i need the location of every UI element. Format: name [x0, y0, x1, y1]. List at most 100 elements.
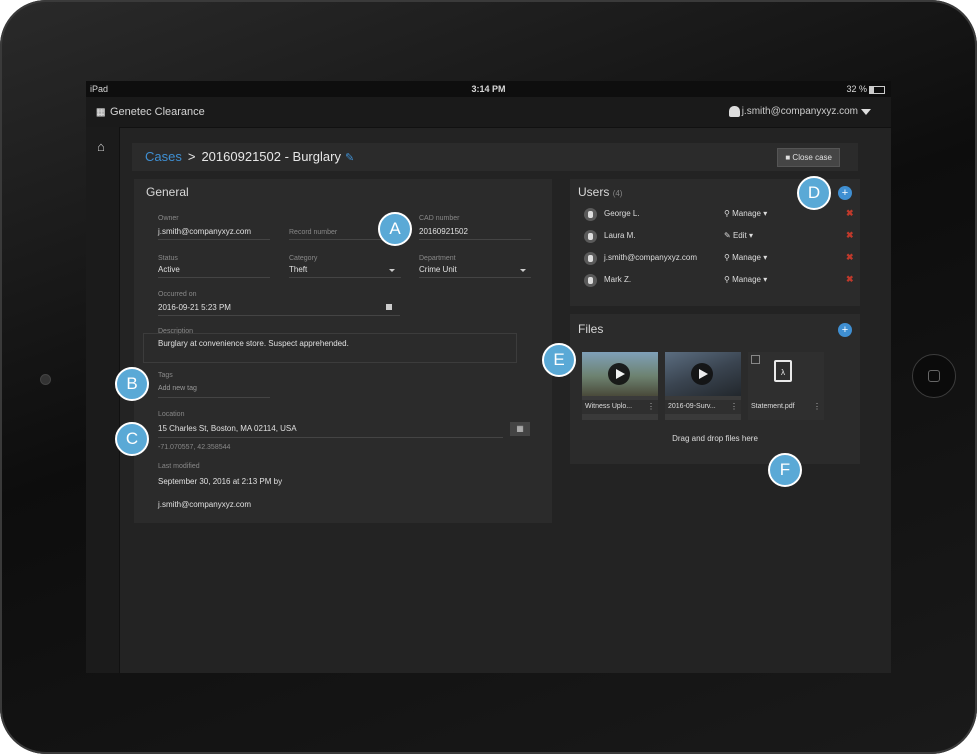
remove-user-icon[interactable]: ✖: [846, 252, 854, 263]
owner-label: Owner: [158, 215, 179, 222]
user-role-select[interactable]: ⚲ Manage ▾: [724, 253, 767, 262]
status-bar: iPad 3:14 PM 32 %: [86, 81, 891, 97]
category-dropdown-icon[interactable]: [389, 269, 395, 272]
close-case-label: Close case: [792, 153, 832, 162]
more-options-icon[interactable]: ⋮: [730, 400, 738, 414]
user-role-label: Manage: [732, 209, 762, 218]
user-row: Mark Z. ⚲ Manage ▾ ✖: [584, 272, 856, 288]
file-drop-zone[interactable]: Drag and drop files here: [570, 434, 860, 443]
file-select-checkbox[interactable]: [751, 355, 760, 364]
more-options-icon[interactable]: ⋮: [813, 400, 821, 414]
user-avatar-icon: [584, 252, 597, 265]
case-title: 20160921502 - Burglary: [201, 149, 341, 164]
status-label: Status: [158, 255, 178, 262]
remove-user-icon[interactable]: ✖: [846, 230, 854, 241]
category-select[interactable]: Theft: [289, 265, 307, 274]
file-card[interactable]: λ Statement.pdf ⋮: [748, 352, 824, 420]
app-screen: iPad 3:14 PM 32 % ▦ Genetec Clearance j.…: [86, 81, 891, 673]
user-name: George L.: [604, 209, 640, 218]
owner-field[interactable]: j.smith@companyxyz.com: [158, 227, 251, 236]
users-count: (4): [612, 189, 623, 198]
description-text: Burglary at convenience store. Suspect a…: [158, 339, 349, 348]
add-user-button[interactable]: +: [838, 186, 852, 200]
remove-user-icon[interactable]: ✖: [846, 274, 854, 285]
occurred-field[interactable]: 2016-09-21 5:23 PM: [158, 303, 231, 312]
callout-f: F: [768, 453, 802, 487]
modified-label: Last modified: [158, 463, 200, 470]
user-email: j.smith@companyxyz.com: [741, 106, 858, 118]
breadcrumb-cases-link[interactable]: Cases: [145, 149, 182, 164]
file-card[interactable]: 2016-09-Surv... ⋮: [665, 352, 741, 420]
file-name-text: Witness Uplo...: [585, 403, 633, 410]
user-role-label: Manage: [732, 253, 762, 262]
files-heading: Files: [578, 322, 604, 336]
home-square-icon: [928, 370, 940, 382]
user-menu[interactable]: j.smith@companyxyz.com: [728, 106, 871, 118]
app-title: Genetec Clearance: [110, 106, 205, 118]
user-avatar-icon: [584, 230, 597, 243]
file-card[interactable]: Witness Uplo... ⋮: [582, 352, 658, 420]
occurred-label: Occurred on: [158, 291, 197, 298]
camera-icon: [40, 374, 51, 385]
description-textarea[interactable]: [143, 333, 517, 363]
location-field[interactable]: 15 Charles St, Boston, MA 02114, USA: [158, 424, 297, 433]
pdf-icon: λ: [774, 360, 792, 382]
close-case-button[interactable]: ■ Close case: [777, 148, 840, 167]
modified-by-link[interactable]: j.smith@companyxyz.com: [158, 500, 251, 509]
department-label: Department: [419, 255, 456, 262]
status-select[interactable]: Active: [158, 265, 180, 274]
cad-field[interactable]: 20160921502: [419, 227, 468, 236]
file-name-text: 2016-09-Surv...: [668, 403, 716, 410]
battery-level: 32 %: [846, 84, 867, 94]
home-icon[interactable]: ⌂: [97, 139, 105, 154]
play-icon[interactable]: [691, 363, 713, 385]
ipad-frame: iPad 3:14 PM 32 % ▦ Genetec Clearance j.…: [0, 0, 977, 754]
calendar-icon[interactable]: [386, 304, 392, 310]
file-name-text: Statement.pdf: [751, 403, 795, 410]
add-file-button[interactable]: +: [838, 323, 852, 337]
user-role-select[interactable]: ⚲ Manage ▾: [724, 275, 767, 284]
more-options-icon[interactable]: ⋮: [647, 400, 655, 414]
general-heading: General: [146, 185, 189, 199]
user-icon: [728, 106, 740, 117]
video-thumbnail: [582, 352, 658, 396]
callout-c: C: [115, 422, 149, 456]
user-row: j.smith@companyxyz.com ⚲ Manage ▾ ✖: [584, 250, 856, 266]
edit-pencil-icon[interactable]: ✎: [345, 152, 354, 164]
callout-d: D: [797, 176, 831, 210]
app-header: ▦ Genetec Clearance j.smith@companyxyz.c…: [86, 97, 891, 128]
breadcrumb-separator: >: [187, 149, 196, 164]
tags-label: Tags: [158, 372, 173, 379]
tags-input[interactable]: Add new tag: [158, 385, 197, 392]
user-avatar-icon: [584, 274, 597, 287]
user-name: Laura M.: [604, 231, 636, 240]
category-label: Category: [289, 255, 318, 262]
record-number-field[interactable]: Record number: [289, 229, 337, 236]
general-panel: General Owner j.smith@companyxyz.com Rec…: [134, 179, 552, 523]
location-label: Location: [158, 411, 185, 418]
battery-icon: [869, 85, 885, 94]
department-select[interactable]: Crime Unit: [419, 265, 457, 274]
department-dropdown-icon[interactable]: [520, 269, 526, 272]
home-button[interactable]: [912, 354, 956, 398]
callout-b: B: [115, 367, 149, 401]
remove-user-icon[interactable]: ✖: [846, 208, 854, 219]
user-role-select[interactable]: ⚲ Manage ▾: [724, 209, 767, 218]
video-thumbnail: [665, 352, 741, 396]
play-icon[interactable]: [608, 363, 630, 385]
battery-status: 32 %: [846, 84, 885, 94]
callout-e: E: [542, 343, 576, 377]
chevron-down-icon: [861, 108, 871, 115]
coordinates-text: -71.070557, 42.358544: [158, 444, 231, 451]
file-name: 2016-09-Surv... ⋮: [665, 400, 741, 414]
case-header: Cases >20160921502 - Burglary ✎ ■ Close ca…: [132, 143, 858, 171]
clock: 3:14 PM: [471, 84, 506, 94]
users-heading: Users (4): [578, 185, 622, 199]
map-icon[interactable]: ▦: [510, 422, 530, 436]
modified-value: September 30, 2016 at 2:13 PM by: [158, 477, 283, 486]
apps-grid-icon[interactable]: ▦: [96, 107, 105, 118]
user-name: j.smith@companyxyz.com: [604, 253, 698, 262]
users-title: Users: [578, 185, 610, 199]
cad-label: CAD number: [419, 215, 460, 222]
user-role-select[interactable]: ✎ Edit ▾: [724, 231, 753, 240]
